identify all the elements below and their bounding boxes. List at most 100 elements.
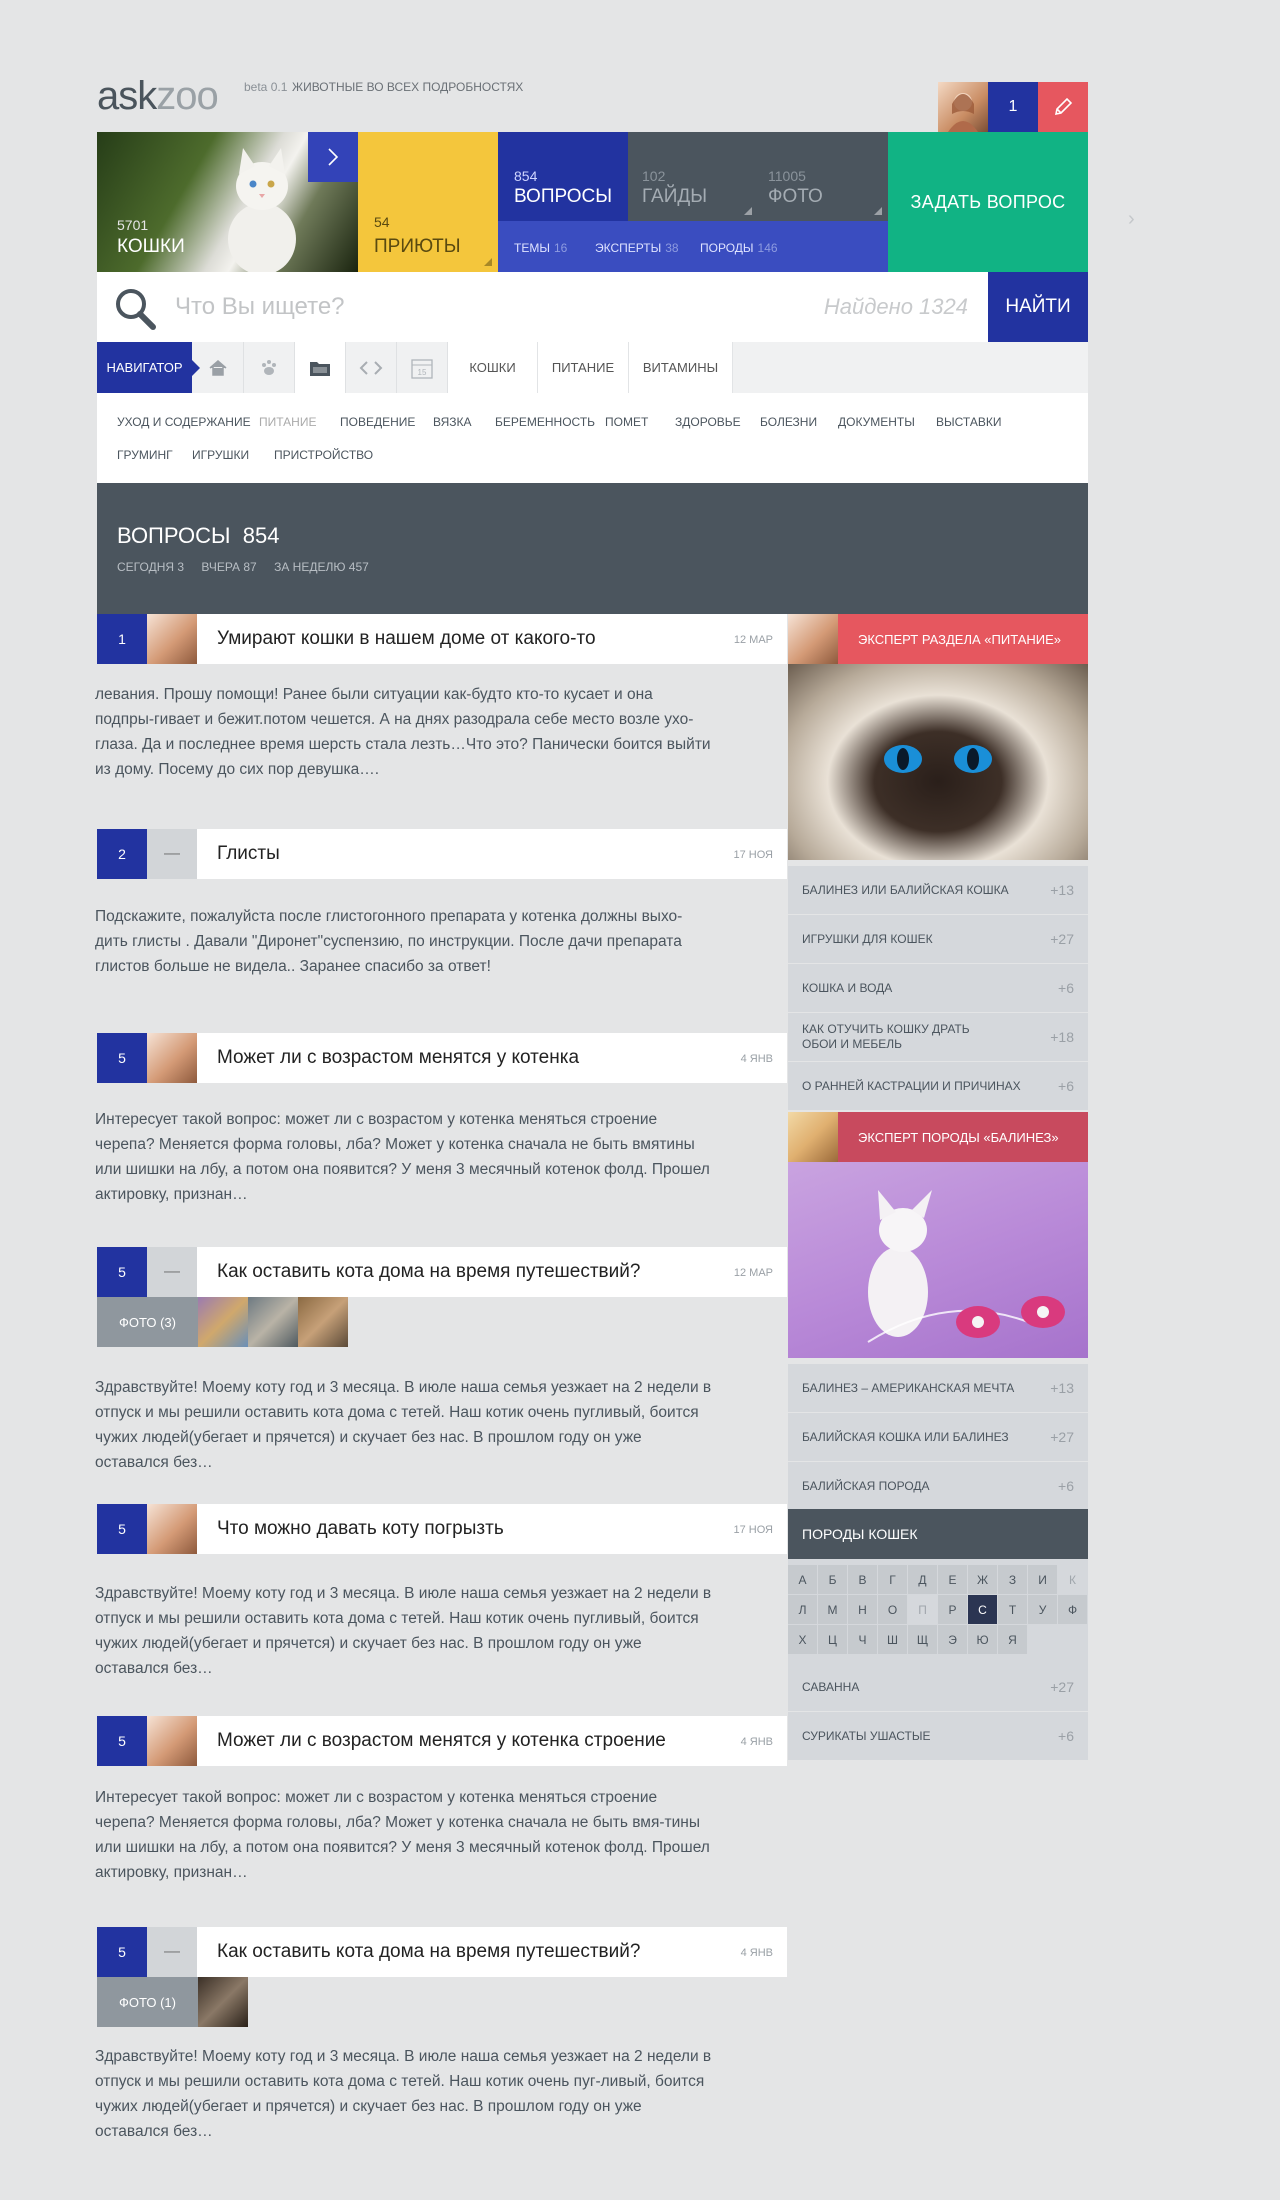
question-item[interactable]: 5 Что можно давать коту погрызть 17 НОЯ <box>97 1504 787 1554</box>
photo-thumbnail[interactable] <box>198 1297 248 1347</box>
alphabet-letter[interactable]: М <box>818 1595 848 1625</box>
alphabet-letter[interactable]: Д <box>908 1565 938 1595</box>
list-item[interactable]: СУРИКАТЫ УШАСТЫЕ +6 <box>788 1712 1088 1761</box>
sub-link-breeds[interactable]: ПОРОДЫ 146 <box>700 241 778 255</box>
list-item[interactable]: КОШКА И ВОДА +6 <box>788 964 1088 1013</box>
sub-link-topics[interactable]: ТЕМЫ 16 <box>514 241 567 255</box>
list-item[interactable]: БАЛИЙСКАЯ КОШКА ИЛИ БАЛИНЕЗ +27 <box>788 1413 1088 1462</box>
subnav-adoption[interactable]: ПРИСТРОЙСТВО <box>274 448 373 462</box>
alphabet-letter[interactable]: И <box>1028 1565 1058 1595</box>
photo-count-button[interactable]: ФОТО (1) <box>97 1977 198 2027</box>
expert-avatar[interactable] <box>788 614 838 664</box>
expert-avatar[interactable] <box>788 1112 838 1162</box>
avatar[interactable] <box>147 1716 197 1766</box>
sub-link-experts[interactable]: ЭКСПЕРТЫ 38 <box>595 241 679 255</box>
list-item[interactable]: ИГРУШКИ ДЛЯ КОШЕК +27 <box>788 915 1088 964</box>
subnav-pregnancy[interactable]: БЕРЕМЕННОСТЬ <box>495 415 595 429</box>
alphabet-letter[interactable]: Ц <box>818 1625 848 1655</box>
notification-count[interactable]: 1 <box>988 82 1038 132</box>
list-item[interactable]: САВАННА +27 <box>788 1663 1088 1712</box>
alphabet-letter[interactable]: Л <box>788 1595 818 1625</box>
tile-photo[interactable]: 11005 ФОТО <box>758 132 888 221</box>
question-item[interactable]: 1 Умирают кошки в нашем доме от какого-т… <box>97 614 787 664</box>
question-item[interactable]: 2 — Глисты 17 НОЯ <box>97 829 787 879</box>
subnav-grooming[interactable]: ГРУМИНГ <box>117 448 173 462</box>
alphabet-letter[interactable]: В <box>848 1565 878 1595</box>
alphabet-letter[interactable]: Ш <box>878 1625 908 1655</box>
alphabet-letter[interactable]: Е <box>938 1565 968 1595</box>
search-input[interactable] <box>175 290 735 324</box>
alphabet-letter[interactable]: Б <box>818 1565 848 1595</box>
question-title[interactable]: Может ли с возрастом менятся у котенка <box>217 1047 579 1069</box>
alphabet-letter[interactable]: Р <box>938 1595 968 1625</box>
tab-vitamins[interactable]: ВИТАМИНЫ <box>629 342 733 393</box>
tab-food[interactable]: ПИТАНИЕ <box>538 342 629 393</box>
list-item[interactable]: О РАННЕЙ КАСТРАЦИИ И ПРИЧИНАХ +6 <box>788 1062 1088 1111</box>
user-avatar[interactable] <box>938 82 988 132</box>
subnav-care[interactable]: УХОД И СОДЕРЖАНИЕ <box>117 415 251 429</box>
alphabet-letter[interactable]: Щ <box>908 1625 938 1655</box>
photo-count-button[interactable]: ФОТО (3) <box>97 1297 198 1347</box>
alphabet-letter[interactable]: Э <box>938 1625 968 1655</box>
alphabet-letter[interactable]: Я <box>998 1625 1028 1655</box>
paw-icon[interactable] <box>244 342 295 393</box>
search-button[interactable]: НАЙТИ <box>988 272 1088 342</box>
logo[interactable]: askzoo <box>97 74 219 119</box>
subnav-diseases[interactable]: БОЛЕЗНИ <box>760 415 817 429</box>
chevron-right-icon[interactable]: › <box>1128 208 1135 231</box>
subnav-shows[interactable]: ВЫСТАВКИ <box>936 415 1001 429</box>
alphabet-letter[interactable]: С <box>968 1595 998 1625</box>
photo-thumbnail[interactable] <box>198 1977 248 2027</box>
subnav-behavior[interactable]: ПОВЕДЕНИЕ <box>340 415 415 429</box>
tile-questions[interactable]: 854 ВОПРОСЫ <box>498 132 628 221</box>
calendar-icon[interactable]: 15 <box>397 342 448 393</box>
question-item[interactable]: 5 Может ли с возрастом менятся у котенка… <box>97 1033 787 1083</box>
folder-icon[interactable] <box>295 342 346 393</box>
alphabet-letter[interactable]: Ю <box>968 1625 998 1655</box>
alphabet-letter[interactable]: А <box>788 1565 818 1595</box>
expert-header[interactable]: ЭКСПЕРТ ПОРОДЫ «БАЛИНЕЗ» <box>788 1112 1088 1162</box>
question-title[interactable]: Как оставить кота дома на время путешест… <box>217 1261 640 1283</box>
list-item[interactable]: БАЛИНЕЗ – АМЕРИКАНСКАЯ МЕЧТА +13 <box>788 1364 1088 1413</box>
question-item[interactable]: 5 — Как оставить кота дома на время путе… <box>97 1927 787 1977</box>
alphabet-letter[interactable]: Т <box>998 1595 1028 1625</box>
tile-shelters[interactable]: 54 ПРИЮТЫ <box>358 132 498 272</box>
code-icon[interactable] <box>346 342 397 393</box>
tab-cats[interactable]: КОШКИ <box>448 342 538 393</box>
subnav-documents[interactable]: ДОКУМЕНТЫ <box>838 415 915 429</box>
alphabet-letter[interactable]: Н <box>848 1595 878 1625</box>
alphabet-letter[interactable]: Ж <box>968 1565 998 1595</box>
subnav-toys[interactable]: ИГРУШКИ <box>192 448 249 462</box>
question-title[interactable]: Как оставить кота дома на время путешест… <box>217 1941 640 1963</box>
list-item[interactable]: БАЛИЙСКАЯ ПОРОДА +6 <box>788 1462 1088 1511</box>
avatar[interactable] <box>147 1033 197 1083</box>
ask-question-button[interactable]: ЗАДАТЬ ВОПРОС <box>888 132 1088 272</box>
pencil-icon[interactable] <box>1038 82 1088 132</box>
subnav-food[interactable]: ПИТАНИЕ <box>259 415 316 429</box>
photo-thumbnail[interactable] <box>248 1297 298 1347</box>
chevron-right-icon[interactable] <box>308 132 358 182</box>
question-title[interactable]: Что можно давать коту погрызть <box>217 1518 504 1540</box>
alphabet-letter[interactable]: У <box>1028 1595 1058 1625</box>
home-icon[interactable] <box>193 342 244 393</box>
subnav-mating[interactable]: ВЯЗКА <box>433 415 472 429</box>
question-item[interactable]: 5 Может ли с возрастом менятся у котенка… <box>97 1716 787 1766</box>
list-item[interactable]: БАЛИНЕЗ ИЛИ БАЛИЙСКАЯ КОШКА +13 <box>788 866 1088 915</box>
alphabet-letter[interactable]: З <box>998 1565 1028 1595</box>
question-title[interactable]: Умирают кошки в нашем доме от какого-то <box>217 628 596 650</box>
alphabet-letter[interactable]: О <box>878 1595 908 1625</box>
photo-thumbnail[interactable] <box>298 1297 348 1347</box>
expert-header[interactable]: ЭКСПЕРТ РАЗДЕЛА «ПИТАНИЕ» <box>788 614 1088 664</box>
subnav-health[interactable]: ЗДОРОВЬЕ <box>675 415 741 429</box>
subnav-litter[interactable]: ПОМЕТ <box>605 415 648 429</box>
tile-guides[interactable]: 102 ГАЙДЫ <box>628 132 758 221</box>
question-item[interactable]: 5 — Как оставить кота дома на время путе… <box>97 1247 787 1297</box>
alphabet-letter[interactable]: Ч <box>848 1625 878 1655</box>
avatar[interactable] <box>147 1504 197 1554</box>
navigator-label[interactable]: НАВИГАТОР <box>97 342 200 393</box>
alphabet-letter[interactable]: Ф <box>1058 1595 1088 1625</box>
question-title[interactable]: Может ли с возрастом менятся у котенка с… <box>217 1730 666 1752</box>
alphabet-letter[interactable]: Г <box>878 1565 908 1595</box>
alphabet-letter[interactable]: Х <box>788 1625 818 1655</box>
question-title[interactable]: Глисты <box>217 843 280 865</box>
